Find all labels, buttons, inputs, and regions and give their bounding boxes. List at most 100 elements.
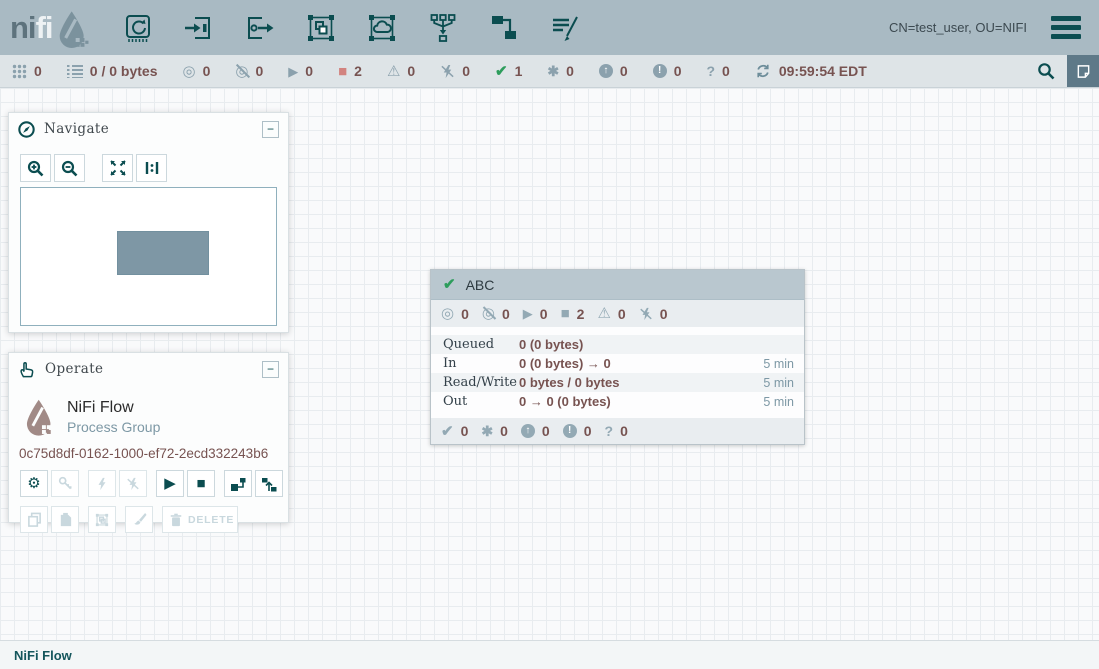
exclamation-circle-icon: ! bbox=[653, 64, 667, 78]
not-transmitting-icon: ◎ bbox=[235, 64, 248, 79]
input-port-drag-icon[interactable] bbox=[182, 11, 216, 45]
stopped-icon: ■ bbox=[561, 306, 570, 321]
enable-button bbox=[88, 470, 116, 497]
up-to-date-check-icon: ✔ bbox=[443, 277, 456, 292]
stopped-icon: ■ bbox=[338, 64, 347, 79]
metric-row-in: In 0 (0 bytes) → 0 5 min bbox=[431, 354, 804, 373]
operate-collapse-button[interactable]: − bbox=[262, 361, 279, 378]
process-group-abc[interactable]: ✔ ABC ◎ 0 ◎ 0 ▶ 0 ■ 2 ⚠ 0 bbox=[430, 269, 805, 445]
group-selection-icon bbox=[94, 512, 110, 528]
navigate-collapse-button[interactable]: − bbox=[262, 121, 279, 138]
processor-drag-icon[interactable] bbox=[121, 11, 155, 45]
header-right: CN=test_user, OU=NIFI bbox=[889, 14, 1083, 41]
check-icon: ✔ bbox=[441, 424, 454, 439]
actual-size-button[interactable] bbox=[136, 154, 167, 182]
operate-panel: Operate − NiFi Flow Process Group 0c75d8… bbox=[8, 352, 289, 523]
arrow-up-circle-icon: ↑ bbox=[521, 424, 535, 438]
zoom-fit-button[interactable] bbox=[102, 154, 133, 182]
delete-label: DELETE bbox=[188, 514, 234, 526]
zoom-in-button[interactable] bbox=[20, 154, 51, 182]
breadcrumb-bar: NiFi Flow bbox=[0, 640, 1099, 669]
flow-canvas[interactable]: Navigate − bbox=[0, 88, 1099, 640]
zoom-out-icon bbox=[61, 160, 78, 177]
app-header: nifi bbox=[0, 0, 1099, 55]
bolt-slash-icon bbox=[440, 64, 455, 79]
threads-grid-icon bbox=[12, 64, 27, 79]
global-menu-button[interactable] bbox=[1049, 14, 1083, 41]
stat-up-to-date: ✔ 1 bbox=[495, 63, 522, 79]
copy-icon bbox=[27, 512, 42, 527]
status-bar: 0 0 / 0 bytes ◎ 0 ◎ 0 ▶ 0 ■ 2 ⚠ 0 bbox=[0, 55, 1099, 88]
output-port-drag-icon[interactable] bbox=[243, 11, 277, 45]
zoom-out-button[interactable] bbox=[54, 154, 85, 182]
nifi-drop-icon bbox=[55, 10, 91, 50]
status-bar-right bbox=[1025, 55, 1099, 87]
upload-template-button[interactable] bbox=[255, 470, 283, 497]
pg-vs-stale: ↑ 0 bbox=[521, 423, 550, 439]
refresh-time: 09:59:54 EDT bbox=[779, 63, 867, 79]
remote-process-group-drag-icon[interactable] bbox=[365, 11, 399, 45]
stat-active-threads: 0 bbox=[12, 63, 42, 79]
warning-triangle-icon: ⚠ bbox=[387, 64, 400, 79]
operate-selection: NiFi Flow Process Group bbox=[23, 397, 288, 439]
pg-stat-not-transmitting: ◎ 0 bbox=[482, 306, 510, 322]
change-color-button bbox=[125, 506, 153, 533]
stat-transmitting: ◎ 0 bbox=[183, 63, 211, 79]
operate-panel-header: Operate − bbox=[9, 353, 288, 385]
breadcrumb-nifi-flow[interactable]: NiFi Flow bbox=[14, 648, 72, 663]
current-user: CN=test_user, OU=NIFI bbox=[889, 20, 1027, 35]
create-template-button[interactable] bbox=[224, 470, 252, 497]
process-group-drag-icon[interactable] bbox=[304, 11, 338, 45]
selection-name: NiFi Flow bbox=[67, 397, 160, 418]
stat-stopped: ■ 2 bbox=[338, 63, 362, 79]
refresh-icon[interactable] bbox=[755, 63, 771, 79]
transmitting-icon: ◎ bbox=[183, 64, 196, 79]
birdseye-minimap[interactable] bbox=[20, 187, 277, 326]
warning-triangle-icon: ⚠ bbox=[597, 306, 610, 321]
stat-sync-failure: ? 0 bbox=[706, 63, 729, 79]
label-drag-icon[interactable] bbox=[548, 11, 582, 45]
paste-button bbox=[51, 506, 79, 533]
search-button[interactable] bbox=[1025, 55, 1067, 87]
pg-stat-stopped: ■ 2 bbox=[561, 306, 585, 322]
funnel-drag-icon[interactable] bbox=[426, 11, 460, 45]
start-button[interactable]: ▶ bbox=[156, 470, 184, 497]
stat-total-queued: 0 / 0 bytes bbox=[67, 63, 158, 79]
stop-button[interactable]: ■ bbox=[187, 470, 215, 497]
access-policies-button bbox=[51, 470, 79, 497]
running-icon: ▶ bbox=[523, 307, 533, 320]
stat-not-transmitting: ◎ 0 bbox=[235, 63, 263, 79]
process-group-stats: ◎ 0 ◎ 0 ▶ 0 ■ 2 ⚠ 0 bbox=[431, 300, 804, 327]
transmitting-icon: ◎ bbox=[441, 306, 454, 321]
operate-buttons-row-2: DELETE bbox=[20, 506, 288, 533]
paste-icon bbox=[58, 512, 73, 527]
bolt-slash-icon bbox=[639, 307, 653, 321]
pg-vs-locally-modified-stale: ! 0 bbox=[563, 423, 592, 439]
compass-icon bbox=[18, 121, 35, 138]
process-group-logo-icon bbox=[23, 397, 57, 439]
stat-locally-modified: ✱ 0 bbox=[547, 63, 574, 79]
note-icon bbox=[1076, 64, 1091, 79]
template-drag-icon[interactable] bbox=[487, 11, 521, 45]
queue-list-icon bbox=[67, 64, 83, 78]
process-group-header: ✔ ABC bbox=[431, 270, 804, 300]
exclamation-circle-icon: ! bbox=[563, 424, 577, 438]
bulletin-note-button[interactable] bbox=[1067, 55, 1099, 87]
process-group-version-states: ✔ 0 ✱ 0 ↑ 0 ! 0 ? 0 bbox=[431, 418, 804, 444]
hand-icon bbox=[18, 360, 36, 378]
stat-locally-modified-stale: ! 0 bbox=[653, 63, 682, 79]
pg-vs-sync-failure: ? 0 bbox=[605, 423, 628, 439]
zoom-in-icon bbox=[27, 160, 44, 177]
stat-stale: ↑ 0 bbox=[599, 63, 628, 79]
component-toolbar bbox=[121, 11, 582, 45]
logo-text-ni: ni bbox=[10, 3, 36, 53]
pg-stat-transmitting: ◎ 0 bbox=[441, 306, 469, 322]
pg-stat-invalid: ⚠ 0 bbox=[597, 306, 625, 322]
last-refresh: 09:59:54 EDT bbox=[755, 63, 867, 79]
operate-panel-title: Operate bbox=[45, 361, 103, 377]
search-icon bbox=[1037, 62, 1055, 80]
one-to-one-icon bbox=[144, 160, 160, 176]
stat-invalid: ⚠ 0 bbox=[387, 63, 415, 79]
pg-stat-disabled: 0 bbox=[639, 306, 668, 322]
configure-button[interactable]: ⚙ bbox=[20, 470, 48, 497]
